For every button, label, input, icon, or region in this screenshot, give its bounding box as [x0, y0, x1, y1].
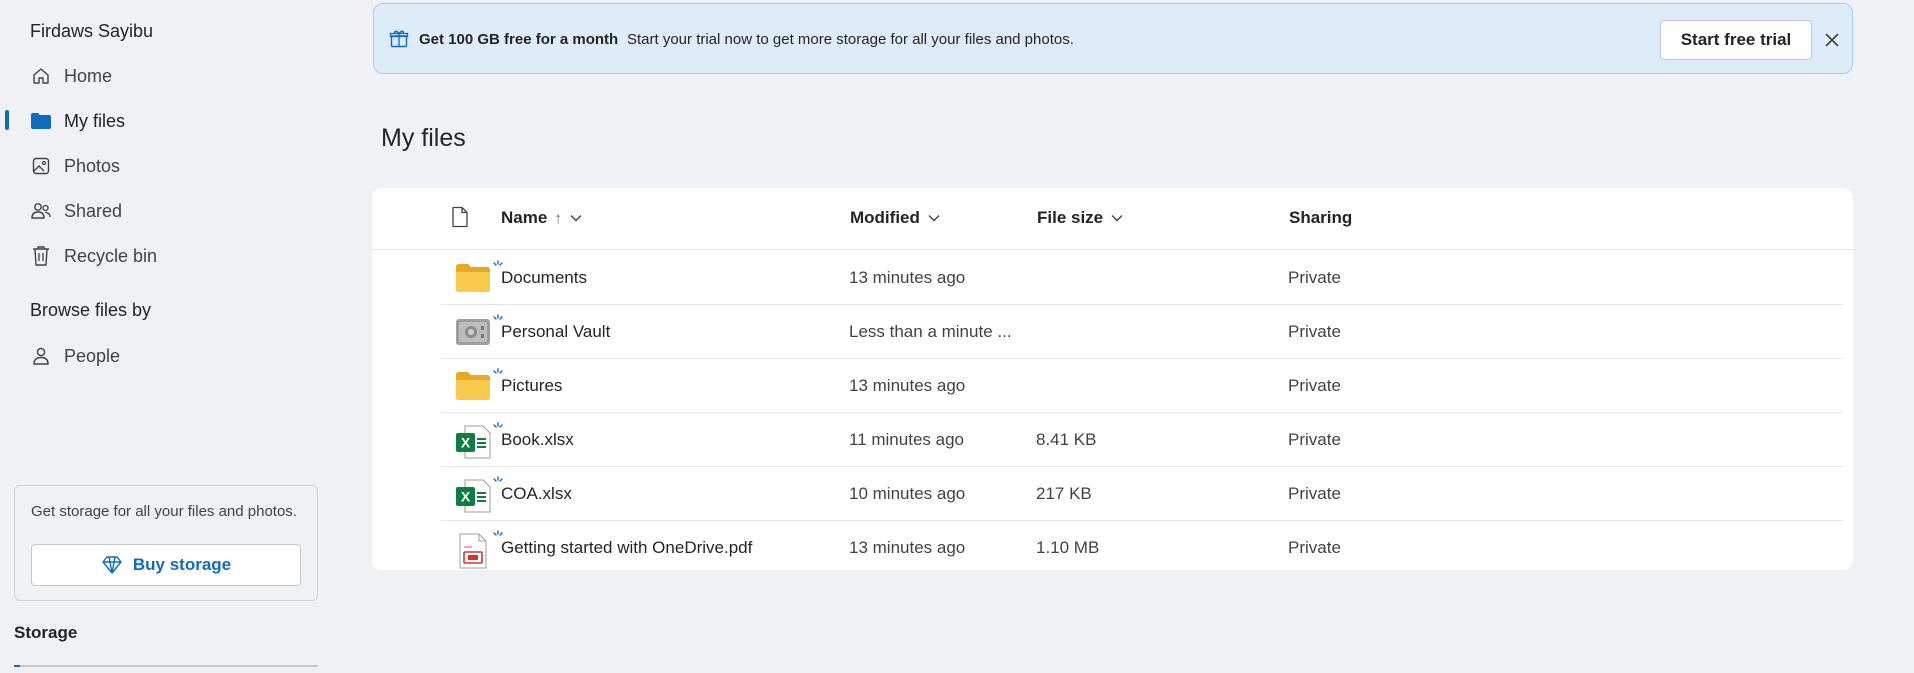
- banner-title: Get 100 GB free for a month: [419, 31, 619, 48]
- chevron-down-icon: [570, 214, 582, 222]
- file-size: 1.10 MB: [1036, 538, 1100, 557]
- storage-heading: Storage: [14, 623, 78, 642]
- modified-time: 11 minutes ago: [849, 430, 964, 449]
- excel-icon: X: [455, 479, 491, 513]
- file-name[interactable]: Getting started with OneDrive.pdf: [501, 538, 752, 558]
- chevron-down-icon: [1111, 214, 1123, 222]
- vault-icon: [455, 317, 491, 349]
- banner-description: Start your trial now to get more storage…: [627, 31, 1074, 48]
- home-icon: [30, 65, 52, 87]
- sharing-status: Private: [1288, 376, 1341, 395]
- sharing-status: Private: [1288, 268, 1341, 287]
- sidebar: Firdaws Sayibu Home My files Photos Shar…: [0, 0, 330, 673]
- nav-label: People: [64, 345, 121, 366]
- modified-time: 10 minutes ago: [849, 484, 966, 503]
- table-row[interactable]: Getting started with OneDrive.pdf 13 minu…: [441, 521, 1843, 575]
- storage-promo-card: Get storage for all your files and photo…: [14, 485, 318, 601]
- nav-label: Shared: [64, 200, 123, 221]
- storage-meter: [14, 665, 318, 667]
- column-header-name[interactable]: Name ↑: [501, 208, 582, 228]
- table-row[interactable]: Documents 13 minutes ago Private: [441, 251, 1843, 305]
- start-free-trial-button[interactable]: Start free trial: [1660, 20, 1812, 60]
- folder-icon: [455, 263, 491, 295]
- promo-text: Get storage for all your files and photo…: [31, 503, 297, 520]
- files-table: Name ↑ Modified File size Sharing Docume…: [372, 188, 1853, 570]
- file-name[interactable]: Documents: [501, 268, 587, 288]
- sharing-status: Private: [1288, 430, 1341, 449]
- person-icon: [30, 345, 52, 367]
- page-title: My files: [381, 124, 466, 152]
- nav-item-people[interactable]: People: [30, 341, 120, 371]
- close-icon[interactable]: [1822, 30, 1842, 50]
- file-name[interactable]: COA.xlsx: [501, 484, 572, 504]
- column-header-modified[interactable]: Modified: [850, 208, 940, 228]
- file-name[interactable]: Book.xlsx: [501, 430, 574, 450]
- sharing-status: Private: [1288, 538, 1341, 557]
- file-size: 217 KB: [1036, 484, 1092, 503]
- pdf-icon: [455, 533, 491, 569]
- table-row[interactable]: Pictures 13 minutes ago Private: [441, 359, 1843, 413]
- diamond-icon: [101, 555, 123, 575]
- folder-icon: [30, 110, 52, 132]
- trash-icon: [30, 245, 52, 267]
- column-header-sharing[interactable]: Sharing: [1289, 208, 1352, 228]
- column-header-file-size[interactable]: File size: [1037, 208, 1123, 228]
- modified-time: 13 minutes ago: [849, 538, 966, 557]
- file-name[interactable]: Pictures: [501, 376, 562, 396]
- sharing-status: Private: [1288, 322, 1341, 341]
- nav-item-recycle-bin[interactable]: Recycle bin: [30, 241, 157, 271]
- modified-time: Less than a minute ...: [849, 322, 1012, 341]
- file-size: 8.41 KB: [1036, 430, 1097, 449]
- active-indicator: [5, 110, 9, 130]
- excel-icon: X: [455, 425, 491, 459]
- people-icon: [30, 200, 52, 222]
- nav-item-my-files[interactable]: My files: [30, 106, 125, 136]
- gift-icon: [389, 29, 409, 54]
- svg-text:X: X: [461, 435, 471, 451]
- nav-label: My files: [64, 110, 126, 131]
- file-name[interactable]: Personal Vault: [501, 322, 610, 342]
- trial-banner: Get 100 GB free for a month Start your t…: [373, 3, 1853, 74]
- table-row[interactable]: X Book.xlsx 11 minutes ago 8.41 KB Private: [441, 413, 1843, 467]
- modified-time: 13 minutes ago: [849, 268, 966, 287]
- nav-item-home[interactable]: Home: [30, 61, 112, 91]
- browse-files-by-heading: Browse files by: [30, 300, 152, 320]
- modified-time: 13 minutes ago: [849, 376, 966, 395]
- nav-label: Recycle bin: [64, 245, 158, 266]
- nav-label: Photos: [64, 155, 121, 176]
- file-type-icon[interactable]: [451, 206, 469, 233]
- table-row[interactable]: X COA.xlsx 10 minutes ago 217 KB Private: [441, 467, 1843, 521]
- nav-item-shared[interactable]: Shared: [30, 196, 122, 226]
- sharing-status: Private: [1288, 484, 1341, 503]
- folder-icon: [455, 371, 491, 403]
- user-name[interactable]: Firdaws Sayibu: [30, 21, 153, 42]
- nav-label: Home: [64, 65, 113, 86]
- table-header: Name ↑ Modified File size Sharing: [372, 188, 1853, 250]
- buy-storage-button[interactable]: Buy storage: [31, 544, 301, 586]
- photo-icon: [30, 155, 52, 177]
- chevron-down-icon: [928, 214, 940, 222]
- svg-text:X: X: [461, 489, 471, 505]
- table-row[interactable]: Personal Vault Less than a minute ... Priv…: [441, 305, 1843, 359]
- nav-item-photos[interactable]: Photos: [30, 151, 120, 181]
- buy-storage-label: Buy storage: [132, 555, 232, 574]
- sort-ascending-icon: ↑: [554, 209, 562, 227]
